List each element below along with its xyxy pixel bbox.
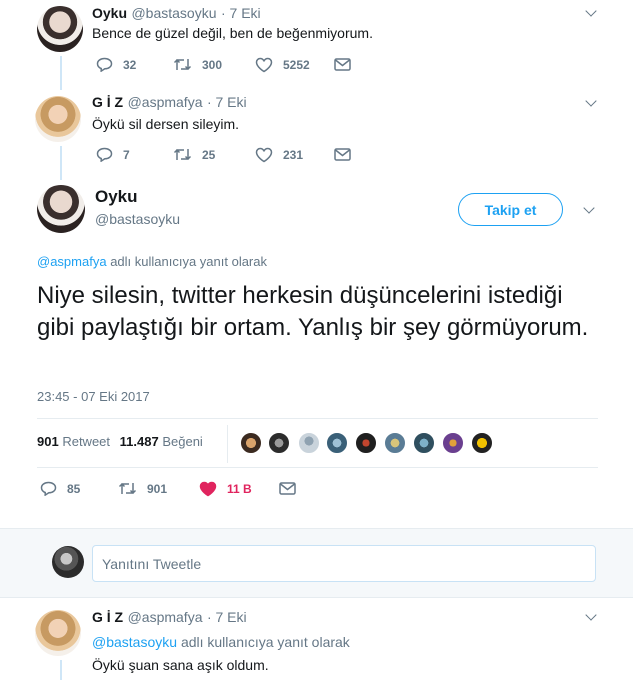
like-count: 231 — [283, 148, 304, 162]
reply-composer: Yanıtını Tweetle — [0, 528, 633, 598]
like-stat[interactable]: 11.487 Beğeni — [120, 434, 203, 449]
author-name[interactable]: Oyku — [92, 5, 127, 21]
like-stat-label: Beğeni — [162, 434, 203, 449]
reply-context: @bastasoyku adlı kullanıcıya yanıt olara… — [92, 634, 350, 650]
thread-line — [60, 56, 62, 90]
avatar[interactable] — [354, 431, 378, 455]
retweet-button[interactable]: 901 — [118, 481, 167, 496]
tweet-timestamp[interactable]: 23:45 - 07 Eki 2017 — [37, 389, 150, 404]
tweet-time[interactable]: · 7 Eki — [207, 94, 247, 110]
avatar[interactable] — [52, 546, 84, 578]
thread-line — [60, 660, 62, 680]
heart-icon — [255, 147, 273, 163]
tweet-header: G İ Z @aspmafya · 7 Eki — [92, 94, 247, 112]
like-count: 5252 — [283, 58, 310, 72]
reply-context: @aspmafya adlı kullanıcıya yanıt olarak — [37, 254, 267, 269]
reply-count: 7 — [123, 147, 130, 162]
reply-icon — [40, 481, 57, 496]
author-handle[interactable]: @aspmafya — [128, 94, 203, 110]
engagement-stats: 901 Retweet 11.487 Beğeni — [37, 434, 203, 449]
envelope-icon — [334, 58, 351, 71]
reply-button[interactable]: 7 — [96, 147, 130, 162]
envelope-icon — [279, 482, 296, 495]
like-button[interactable]: 11 B — [199, 481, 252, 497]
like-count: 11 B — [227, 482, 252, 496]
message-button[interactable] — [334, 58, 361, 71]
chevron-down-icon[interactable] — [585, 609, 597, 621]
avatar[interactable] — [239, 431, 263, 455]
avatar[interactable] — [297, 431, 321, 455]
avatar[interactable] — [267, 431, 291, 455]
retweet-button[interactable]: 300 — [173, 57, 222, 72]
tweet-header: Oyku @bastasoyku · 7 Eki — [92, 5, 261, 23]
retweet-button[interactable]: 25 — [173, 147, 215, 162]
reply-context-text: adlı kullanıcıya yanıt olarak — [180, 634, 350, 650]
like-total: 11.487 — [119, 434, 159, 449]
retweet-total: 901 — [37, 434, 59, 449]
tweet-text: Niye silesin, twitter herkesin düşüncele… — [37, 282, 589, 341]
avatar[interactable] — [325, 431, 349, 455]
reply-count: 32 — [123, 57, 137, 72]
heart-filled-icon — [199, 481, 217, 497]
message-button[interactable] — [334, 148, 361, 161]
chevron-down-icon[interactable] — [585, 5, 597, 17]
author-handle[interactable]: @aspmafya — [128, 609, 203, 625]
heart-icon — [255, 57, 273, 73]
chevron-down-icon[interactable] — [585, 95, 597, 107]
tweet-time[interactable]: · 7 Eki — [207, 609, 247, 625]
author-name[interactable]: G İ Z — [92, 609, 123, 625]
reply-icon — [96, 57, 113, 72]
author-name[interactable]: G İ Z — [92, 94, 123, 110]
avatar[interactable] — [37, 185, 85, 233]
avatar[interactable] — [37, 6, 83, 52]
retweet-count: 25 — [202, 147, 216, 162]
tweet-text: Bence de güzel değil, ben de beğenmiyoru… — [92, 25, 373, 41]
stats-divider — [227, 425, 228, 463]
retweet-count: 901 — [147, 481, 168, 496]
avatar[interactable] — [470, 431, 494, 455]
reply-icon — [96, 147, 113, 162]
reply-input[interactable]: Yanıtını Tweetle — [92, 545, 596, 582]
avatar[interactable] — [383, 431, 407, 455]
reply-count: 85 — [67, 481, 81, 496]
avatar[interactable] — [35, 610, 81, 656]
mention-link[interactable]: @aspmafya — [37, 254, 107, 269]
chevron-down-icon[interactable] — [583, 202, 595, 214]
reply-button[interactable]: 85 — [40, 481, 80, 496]
mention-link[interactable]: @bastasoyku — [92, 634, 177, 650]
tweet-time[interactable]: · 7 Eki — [221, 5, 261, 21]
avatar[interactable] — [441, 431, 465, 455]
follow-button[interactable]: Takip et — [458, 193, 563, 226]
avatar[interactable] — [412, 431, 436, 455]
retweet-stat-label: Retweet — [62, 434, 111, 449]
author-handle[interactable]: @bastasoyku — [95, 211, 180, 227]
tweet-header: G İ Z @aspmafya · 7 Eki — [92, 609, 247, 627]
like-button[interactable]: 5252 — [255, 57, 310, 73]
retweet-icon — [173, 148, 192, 161]
tweet-text: Öykü şuan sana aşık oldum. — [92, 657, 269, 673]
retweet-count: 300 — [202, 57, 223, 72]
retweet-icon — [173, 58, 192, 71]
retweet-icon — [118, 482, 137, 495]
divider — [37, 467, 598, 468]
like-button[interactable]: 231 — [255, 147, 303, 163]
envelope-icon — [334, 148, 351, 161]
reply-button[interactable]: 32 — [96, 57, 136, 72]
tweet-text: Öykü sil dersen sileyim. — [92, 116, 240, 132]
author-handle[interactable]: @bastasoyku — [131, 5, 216, 21]
reply-context-text: adlı kullanıcıya yanıt olarak — [110, 254, 267, 269]
divider — [37, 418, 598, 419]
thread-line — [60, 146, 62, 180]
avatar[interactable] — [35, 96, 81, 142]
message-button[interactable] — [279, 482, 306, 495]
author-name[interactable]: Oyku — [95, 187, 138, 207]
retweet-stat[interactable]: 901 Retweet — [37, 434, 110, 449]
